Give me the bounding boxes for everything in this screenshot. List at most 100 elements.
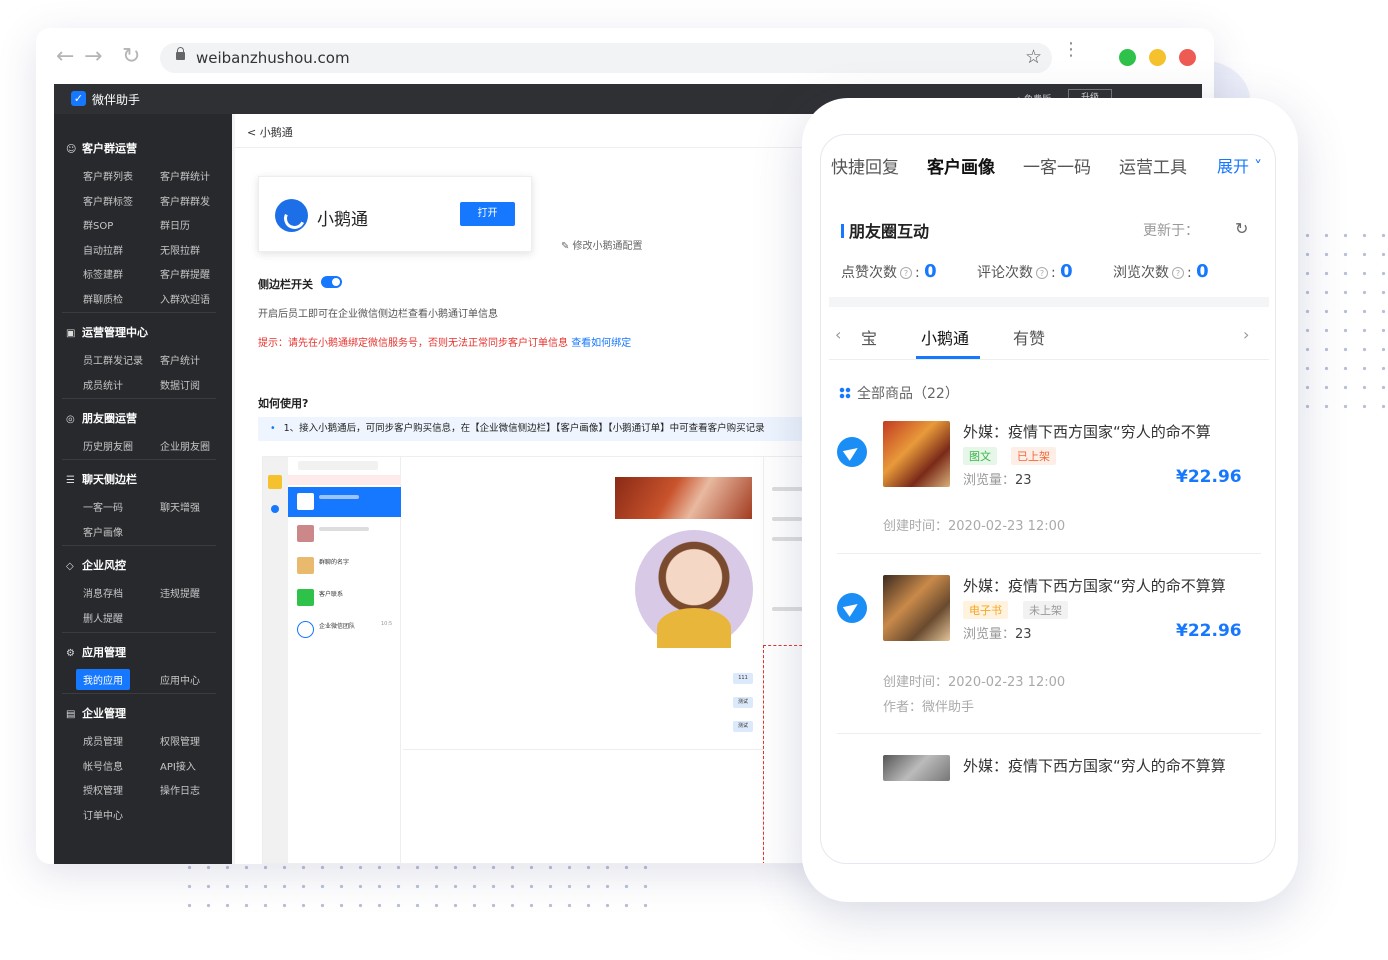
sidebar-item[interactable]: 群SOP [83,217,113,232]
sidebar-item[interactable]: 群聊质检 [83,291,123,306]
tab-ops-tools[interactable]: 运营工具 [1119,153,1187,178]
product-type-tag: 图文 [963,447,997,465]
step-1-text: 1、接入小鹅通后，可同步客户购买信息，在【企业微信侧边栏】【客户画像】【小鹅通订… [283,423,765,434]
refresh-icon[interactable]: ↻ [1235,219,1248,238]
sidebar-item[interactable]: 我的应用 [76,669,130,690]
product-thumbnail [883,421,950,487]
sidebar-item[interactable]: 成员统计 [83,377,123,392]
sidebar-group-header[interactable]: ☺ 客户群运营 [66,140,137,156]
avatar [297,621,314,638]
maximize-light[interactable] [1119,49,1136,66]
expand-button[interactable]: 展开 ˅ [1217,153,1262,177]
sidebar-switch-label: 侧边栏开关 [258,278,313,291]
sidebar-item[interactable]: 帐号信息 [83,758,123,773]
decor-dots-bottom [180,858,660,916]
sidebar-item[interactable]: 群日历 [160,217,190,232]
tab-qr-code[interactable]: 一客一码 [1023,153,1091,178]
close-light[interactable] [1179,49,1196,66]
sidebar-item[interactable]: 客户群群发 [160,193,210,208]
sidebar-item[interactable]: 入群欢迎语 [160,291,210,306]
sidebar-group-header[interactable]: ◎ 朋友圈运营 [66,410,137,426]
address-bar[interactable]: weibanzhushou.com ☆ [160,43,1052,73]
sidebar-group-label: 企业风控 [82,559,126,572]
sidebar-item[interactable]: 聊天增强 [160,499,200,514]
sidebar-item[interactable]: 删人提醒 [83,610,123,625]
sidebar-group-header[interactable]: ▤ 企业管理 [66,705,126,721]
sidebar-item[interactable]: 客户群标签 [83,193,133,208]
arrow-left-icon[interactable]: ← [56,44,74,69]
list-item: 企业微信团队 10:5 [288,615,401,645]
sidebar-item[interactable]: 无限拉群 [160,242,200,257]
group-icon: ◎ [66,414,75,425]
tab-quick-reply[interactable]: 快捷回复 [831,153,899,178]
sidebar-phone-panel: 快捷回复 客户画像 一客一码 运营工具 展开 ˅ 朋友圈互动 更新于： ↻ 点赞… [802,98,1298,902]
product-status-tag: 未上架 [1023,601,1068,619]
placeholder-line [772,517,802,521]
sidebar-item[interactable]: 应用中心 [160,672,200,687]
sidebar-group-header[interactable]: ⚙ 应用管理 [66,644,126,660]
sidebar-item[interactable]: 操作日志 [160,782,200,797]
product-price: ¥22.96 [1176,621,1242,641]
sidebar-item[interactable]: 标签建群 [83,266,123,281]
star-icon[interactable]: ☆ [1025,46,1042,68]
sidebar-group-header[interactable]: ◇ 企业风控 [66,557,126,573]
chevron-right-icon[interactable]: › [1243,325,1249,344]
sidebar-item[interactable]: 客户群统计 [160,168,210,183]
sidebar-item[interactable]: 客户群提醒 [160,266,210,281]
subtab-xiaoe[interactable]: 小鹅通 [921,325,969,349]
sidebar-item[interactable]: 客户统计 [160,352,200,367]
sidebar-item[interactable]: 订单中心 [83,807,123,822]
minimize-light[interactable] [1149,49,1166,66]
views-label: 浏览量： [963,627,1016,642]
sidebar-item[interactable]: 企业朋友圈 [160,438,210,453]
help-icon[interactable]: ? [900,267,912,279]
all-goods-label: 全部商品（22） [857,386,959,402]
breadcrumb[interactable]: < 小鹅通 [247,124,293,140]
sidebar-toggle[interactable] [321,276,342,288]
sidebar-item[interactable]: 违规提醒 [160,585,200,600]
sidebar-item[interactable]: 客户画像 [83,524,123,539]
sidebar-item[interactable]: 客户群列表 [83,168,133,183]
placeholder-line [772,607,806,611]
tab-customer-profile[interactable]: 客户画像 [927,153,995,178]
reload-icon[interactable]: ↻ [122,44,140,69]
edit-config-link[interactable]: ✎ 修改小鹅通配置 [561,237,643,252]
example-screenshot: 群聊的名字 客户联系 企业微信团队 10:5 111 测试 测试 [262,456,822,864]
group-icon: ☰ [66,475,75,486]
sidebar-item[interactable]: 一客一码 [83,499,123,514]
subtab-prev[interactable]: 宝 [861,325,877,349]
sidebar-item[interactable]: 授权管理 [83,782,123,797]
sidebar-item[interactable]: 消息存档 [83,585,123,600]
browser-toolbar: ← → ↻ weibanzhushou.com ☆ ⋮ [36,28,1214,86]
send-icon[interactable] [837,437,867,467]
sidebar-item[interactable]: 自动拉群 [83,242,123,257]
product-type-tag: 电子书 [963,601,1008,619]
sidebar-item[interactable]: 历史朋友圈 [83,438,133,453]
phone-tabs: 快捷回复 客户画像 一客一码 运营工具 展开 ˅ [821,135,1275,191]
avatar [297,525,314,542]
help-icon[interactable]: ? [1172,267,1184,279]
sidebar-group-header[interactable]: ☰ 聊天侧边栏 [66,471,137,487]
how-to-bind-link[interactable]: 查看如何绑定 [571,338,631,349]
send-icon[interactable] [837,593,867,623]
arrow-right-icon[interactable]: → [84,44,102,69]
chat-bubble: 测试 [733,721,753,732]
sidebar-item[interactable]: API接入 [160,758,196,773]
decor-dots-right [1298,226,1388,416]
mock-input-divider [403,749,763,750]
stat-views: 浏览次数?: 0 [1113,261,1209,282]
sidebar-item[interactable]: 数据订阅 [160,377,200,392]
sidebar-group-header[interactable]: ▣ 运营管理中心 [66,324,148,340]
subtab-youzan[interactable]: 有赞 [1013,325,1045,349]
app-card-title: 小鹅通 [317,210,368,230]
chevron-left-icon[interactable]: ‹ [835,325,841,344]
all-goods-header[interactable]: 全部商品（22） [839,383,959,403]
sidebar-divider [62,398,216,399]
help-icon[interactable]: ? [1036,267,1048,279]
open-button[interactable]: 打开 [460,202,515,226]
kebab-menu-icon[interactable]: ⋮ [1062,41,1080,59]
sidebar-item[interactable]: 成员管理 [83,733,123,748]
sidebar-item[interactable]: 权限管理 [160,733,200,748]
product-views: 浏览量：23 [963,469,1032,488]
sidebar-item[interactable]: 员工群发记录 [83,352,143,367]
